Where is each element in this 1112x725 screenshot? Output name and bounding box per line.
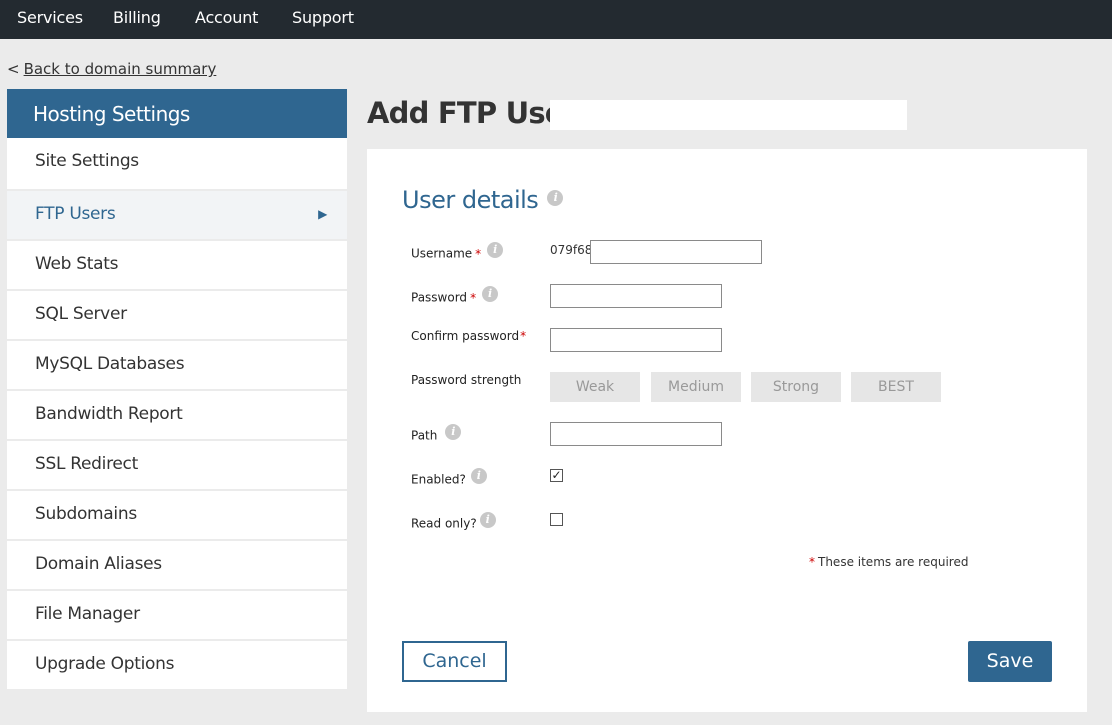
sidebar-item-upgrade-options[interactable]: Upgrade Options <box>7 639 347 689</box>
password-input[interactable] <box>550 284 722 308</box>
sidebar-item-file-manager[interactable]: File Manager <box>7 589 347 639</box>
back-to-domain-summary-link[interactable]: Back to domain summary <box>24 60 217 78</box>
path-input[interactable] <box>550 422 722 446</box>
sidebar-item-bandwidth-report[interactable]: Bandwidth Report <box>7 389 347 439</box>
sidebar-item-ftp-users[interactable]: FTP Users ▶ <box>7 189 347 239</box>
sidebar-item-ssl-redirect[interactable]: SSL Redirect <box>7 439 347 489</box>
read-only-checkbox[interactable] <box>550 513 563 526</box>
nav-account[interactable]: Account <box>195 8 258 27</box>
username-input[interactable] <box>590 240 762 264</box>
sidebar-item-label: FTP Users <box>35 204 116 224</box>
path-label: Path i <box>411 424 462 444</box>
sidebar-item-label: Web Stats <box>35 254 119 274</box>
read-only-label: Read only? i <box>411 512 496 532</box>
nav-support[interactable]: Support <box>292 8 354 27</box>
top-navigation: Services Billing Account Support <box>0 0 1112 39</box>
strength-strong: Strong <box>751 372 841 402</box>
nav-billing[interactable]: Billing <box>113 8 161 27</box>
back-link-row: < Back to domain summary <box>7 60 216 78</box>
sidebar-item-label: Upgrade Options <box>35 654 175 674</box>
required-star: * <box>520 329 527 343</box>
strength-best: BEST <box>851 372 941 402</box>
section-title-text: User details <box>402 186 539 214</box>
password-strength-label: Password strength <box>411 373 522 387</box>
info-icon[interactable]: i <box>487 242 504 258</box>
strength-medium: Medium <box>651 372 741 402</box>
sidebar-item-web-stats[interactable]: Web Stats <box>7 239 347 289</box>
cancel-button[interactable]: Cancel <box>402 641 507 682</box>
confirm-password-label-text: Confirm password <box>411 329 520 343</box>
info-icon[interactable]: i <box>470 468 487 484</box>
sidebar-item-subdomains[interactable]: Subdomains <box>7 489 347 539</box>
sidebar-item-sql-server[interactable]: SQL Server <box>7 289 347 339</box>
required-note: * These items are required <box>809 555 968 569</box>
read-only-label-text: Read only? <box>411 516 477 531</box>
required-note-text: These items are required <box>818 555 969 569</box>
active-arrow-icon: ▶ <box>318 207 327 221</box>
sidebar-item-label: SSL Redirect <box>35 454 138 474</box>
sidebar-item-label: File Manager <box>35 604 140 624</box>
required-star: * <box>470 290 477 305</box>
enabled-label-text: Enabled? <box>411 472 466 487</box>
sidebar-item-mysql-databases[interactable]: MySQL Databases <box>7 339 347 389</box>
back-chevron: < <box>7 60 20 78</box>
confirm-password-input[interactable] <box>550 328 722 352</box>
required-star: * <box>475 246 482 261</box>
redacted-domain-name <box>550 100 907 130</box>
section-title: User details i <box>402 186 564 214</box>
path-label-text: Path <box>411 428 438 443</box>
sidebar-item-label: Subdomains <box>35 504 137 524</box>
sidebar-item-label: Domain Aliases <box>35 554 162 574</box>
sidebar-item-label: SQL Server <box>35 304 127 324</box>
enabled-checkbox[interactable]: ✓ <box>550 469 563 482</box>
sidebar-item-label: Site Settings <box>35 151 139 171</box>
info-icon[interactable]: i <box>445 424 462 440</box>
checkmark-icon: ✓ <box>551 468 562 482</box>
info-icon[interactable]: i <box>479 512 496 528</box>
ftp-user-form-panel: User details i Username * i 079f68- Passwo… <box>367 149 1087 712</box>
enabled-label: Enabled? i <box>411 468 487 488</box>
required-star: * <box>809 555 815 569</box>
info-icon[interactable]: i <box>547 190 564 206</box>
username-label: Username * i <box>411 242 504 262</box>
nav-services[interactable]: Services <box>17 8 83 27</box>
password-label-text: Password <box>411 290 468 305</box>
sidebar-item-site-settings[interactable]: Site Settings <box>7 138 347 189</box>
confirm-password-label: Confirm password* <box>411 329 526 343</box>
sidebar-item-domain-aliases[interactable]: Domain Aliases <box>7 539 347 589</box>
sidebar-item-label: Bandwidth Report <box>35 404 183 424</box>
sidebar-item-label: MySQL Databases <box>35 354 185 374</box>
info-icon[interactable]: i <box>482 286 499 302</box>
username-label-text: Username <box>411 246 473 261</box>
sidebar-header: Hosting Settings <box>7 89 347 138</box>
strength-weak: Weak <box>550 372 640 402</box>
password-label: Password * i <box>411 286 499 306</box>
hosting-settings-sidebar: Hosting Settings Site Settings FTP Users… <box>7 89 347 689</box>
save-button[interactable]: Save <box>968 641 1052 682</box>
